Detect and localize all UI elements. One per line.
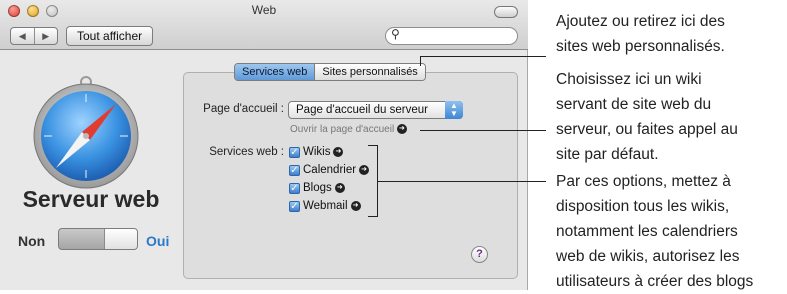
service-label: Webmail (303, 200, 348, 212)
service-label: Blogs (303, 182, 332, 194)
annotation-line: notamment les calendriers (556, 223, 738, 240)
open-home-page-label: Ouvrir la page d'accueil (290, 124, 395, 135)
toggle-on-label: Oui (146, 233, 170, 249)
annotation-custom-sites: Ajoutez ou retirez ici des sites web per… (556, 9, 725, 59)
service-label: Wikis (303, 146, 331, 158)
home-page-label: Page d'accueil : (203, 103, 284, 115)
home-page-value: Page d'accueil du serveur (296, 104, 428, 116)
checkbox[interactable]: ✓ (289, 182, 300, 194)
leader-line (420, 56, 421, 66)
service-title: Serveur web (22, 186, 160, 212)
annotation-line: web de wikis, autorisez les (556, 248, 740, 265)
help-button[interactable]: ? (471, 246, 488, 263)
service-item-calendar[interactable]: ✓ Calendrier ➜ (289, 164, 370, 176)
service-item-webmail[interactable]: ✓ Webmail ➜ (289, 200, 361, 212)
preferences-window: Web ◀ ▶ Tout afficher ⚲ Serveur web Non … (0, 0, 528, 290)
forward-button[interactable]: ▶ (33, 28, 58, 44)
checkbox[interactable]: ✓ (289, 200, 300, 212)
arrow-circle-icon[interactable]: ➜ (333, 147, 344, 157)
window-title: Web (251, 3, 277, 17)
annotation-line: sites web personnalisés. (556, 38, 725, 55)
arrow-circle-icon: ➜ (396, 124, 407, 135)
leader-line (377, 181, 546, 182)
leader-bracket (368, 145, 377, 146)
safari-compass-icon (33, 76, 139, 189)
annotation-line: site par défaut. (556, 146, 659, 163)
tab-web-services[interactable]: Services web (235, 64, 315, 80)
service-label: Calendrier (303, 164, 357, 176)
checkbox[interactable]: ✓ (289, 164, 300, 176)
annotation-line: Par ces options, mettez à (556, 173, 731, 190)
service-item-wikis[interactable]: ✓ Wikis ➜ (289, 146, 344, 158)
title-bar: Web ◀ ▶ Tout afficher ⚲ (0, 0, 528, 50)
search-icon: ⚲ (391, 27, 400, 41)
leader-line (420, 56, 546, 57)
tab-custom-sites[interactable]: Sites personnalisés (314, 64, 425, 80)
chevron-updown-icon: ▲ ▼ (445, 101, 463, 119)
leader-line (420, 130, 546, 131)
toggle-off-label: Non (18, 233, 46, 249)
home-page-select[interactable]: Page d'accueil du serveur ▲ ▼ (288, 101, 463, 119)
service-item-blogs[interactable]: ✓ Blogs ➜ (289, 182, 345, 194)
checkbox[interactable]: ✓ (289, 146, 300, 158)
arrow-circle-icon[interactable]: ➜ (359, 165, 370, 175)
web-services-label: Services web : (209, 146, 284, 158)
arrow-circle-icon[interactable]: ➜ (334, 183, 345, 193)
annotation-line: Choisissez ici un wiki (556, 71, 702, 88)
open-home-page-link[interactable]: Ouvrir la page d'accueil ➜ (290, 124, 407, 135)
annotation-line: servant de site web du (556, 96, 712, 113)
annotation-services: Par ces options, mettez à disposition to… (556, 169, 753, 294)
annotation-line: Ajoutez ou retirez ici des (556, 13, 725, 30)
navigation-segmented-control: ◀ ▶ (10, 27, 58, 45)
annotation-line: utilisateurs à créer des blogs (556, 273, 754, 290)
back-button[interactable]: ◀ (11, 28, 34, 44)
annotation-line: serveur, ou faites appel au (556, 121, 738, 138)
search-input[interactable]: ⚲ (385, 27, 518, 45)
annotation-line: disposition tous les wikis, (556, 198, 730, 215)
show-all-button[interactable]: Tout afficher (66, 26, 154, 46)
arrow-circle-icon[interactable]: ➜ (350, 201, 361, 211)
annotation-home-page: Choisissez ici un wiki servant de site w… (556, 67, 738, 167)
tab-bar: Services web Sites personnalisés (234, 63, 426, 81)
toolbar-toggle-button[interactable] (494, 6, 518, 18)
toggle-knob[interactable] (104, 229, 137, 249)
leader-bracket (368, 216, 377, 217)
service-toggle-switch[interactable] (58, 228, 138, 250)
